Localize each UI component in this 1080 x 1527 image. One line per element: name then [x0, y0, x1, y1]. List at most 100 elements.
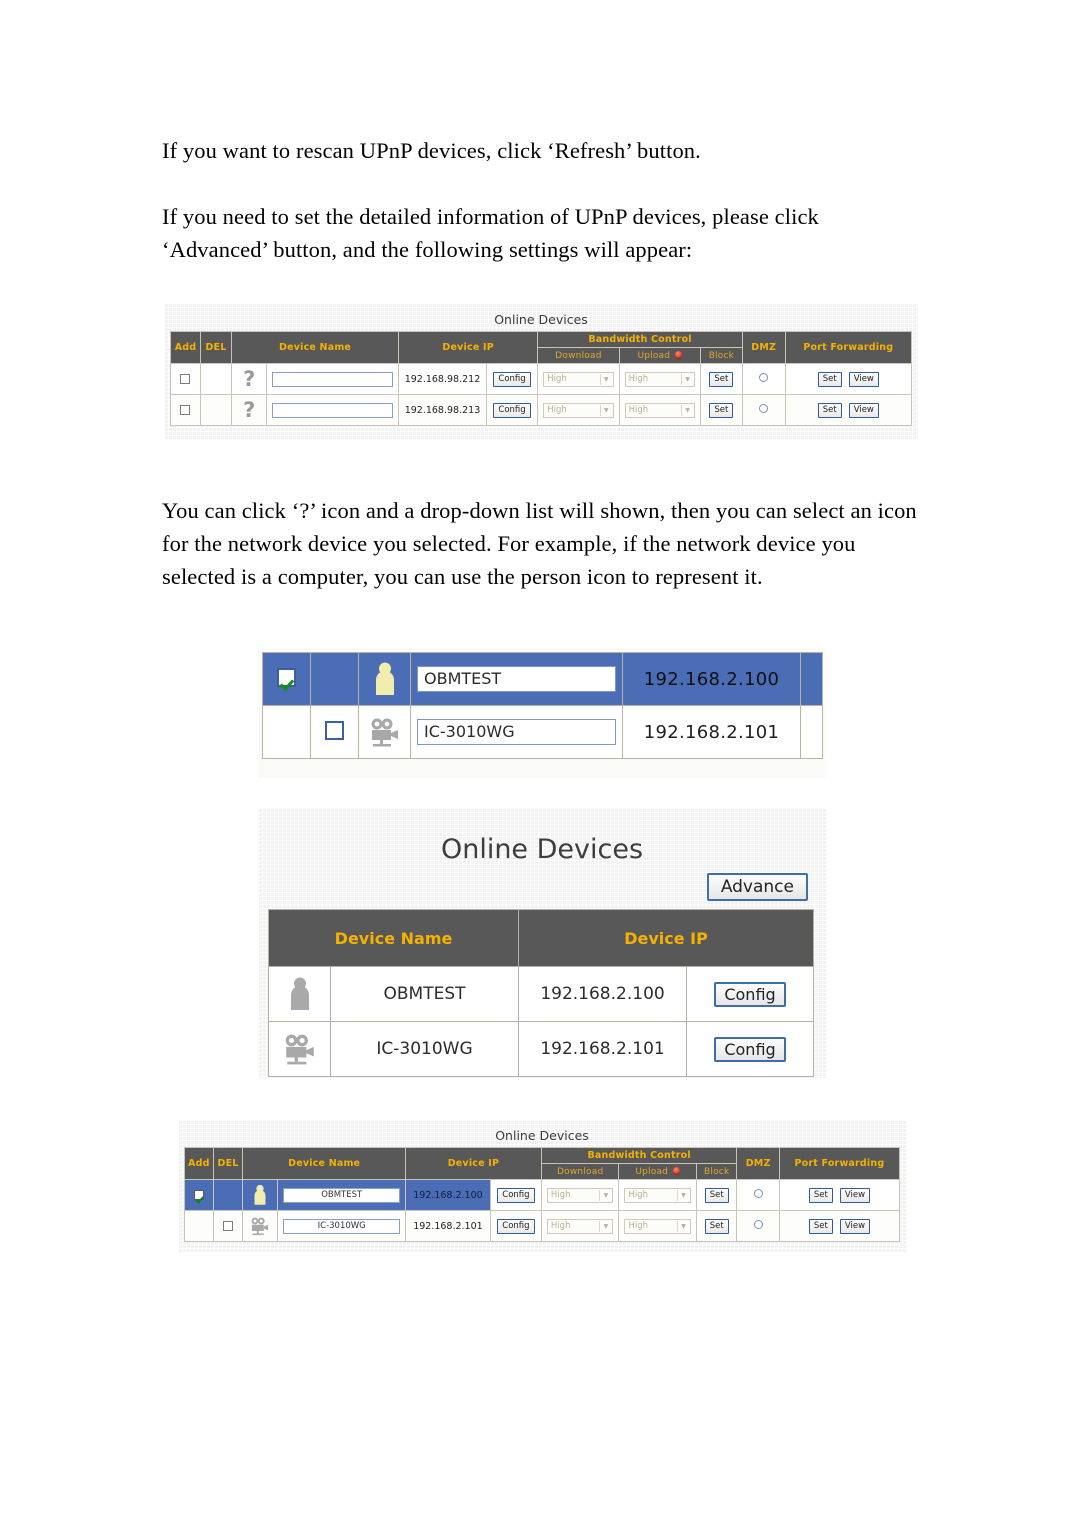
video-camera-icon[interactable] — [369, 716, 401, 748]
del-checkbox-cell[interactable] — [212, 1179, 244, 1211]
port-forwarding-set-button[interactable]: Set — [817, 371, 842, 387]
port-forwarding-view-button[interactable]: View — [839, 1218, 871, 1234]
device-name-cell[interactable] — [266, 363, 400, 395]
upload-select[interactable]: High ▼ — [624, 1187, 692, 1203]
config-cell[interactable]: Config — [686, 1021, 815, 1077]
add-checkbox-cell[interactable] — [184, 1179, 214, 1211]
add-checkbox-cell[interactable] — [262, 652, 311, 706]
upload-cell[interactable]: High ▼ — [618, 1179, 698, 1211]
port-forwarding-view-button[interactable]: View — [839, 1187, 871, 1203]
del-checkbox-cell[interactable] — [212, 1210, 244, 1242]
person-icon[interactable] — [252, 1184, 268, 1206]
port-forwarding-cell[interactable]: Set View — [784, 363, 913, 395]
dmz-radio[interactable] — [759, 404, 769, 413]
device-icon-cell[interactable]: ? — [231, 363, 268, 395]
port-forwarding-set-button[interactable]: Set — [808, 1218, 833, 1234]
dmz-cell[interactable] — [741, 363, 786, 395]
block-cell[interactable]: Set — [696, 1179, 738, 1211]
download-cell[interactable]: High ▼ — [537, 363, 620, 395]
dmz-cell[interactable] — [736, 1210, 780, 1242]
port-forwarding-view-button[interactable]: View — [848, 402, 879, 418]
device-icon-cell[interactable] — [242, 1179, 279, 1211]
dmz-cell[interactable] — [741, 394, 786, 426]
question-mark-icon[interactable]: ? — [243, 398, 255, 422]
port-forwarding-set-button[interactable]: Set — [817, 402, 842, 418]
column-header-bandwidth-control: Bandwidth Control — [537, 331, 743, 348]
add-checkbox-cell[interactable] — [262, 705, 311, 759]
block-cell[interactable]: Set — [696, 1210, 738, 1242]
download-cell[interactable]: High ▼ — [540, 1179, 620, 1211]
block-set-button[interactable]: Set — [709, 371, 734, 387]
config-cell[interactable]: Config — [489, 1179, 542, 1211]
dmz-radio[interactable] — [753, 1189, 763, 1198]
block-set-button[interactable]: Set — [709, 402, 734, 418]
config-button[interactable]: Config — [714, 981, 786, 1007]
block-cell[interactable]: Set — [700, 394, 743, 426]
port-forwarding-view-button[interactable]: View — [848, 371, 879, 387]
config-button[interactable]: Config — [493, 371, 531, 387]
add-checkbox[interactable] — [180, 405, 191, 415]
port-forwarding-set-button[interactable]: Set — [808, 1187, 833, 1203]
del-checkbox[interactable] — [223, 1221, 234, 1231]
advance-button[interactable]: Advance — [706, 873, 808, 901]
del-checkbox[interactable] — [325, 720, 344, 740]
del-checkbox-cell[interactable] — [310, 705, 359, 759]
block-cell[interactable]: Set — [700, 363, 743, 395]
download-select[interactable]: High ▼ — [546, 1187, 614, 1203]
download-select[interactable]: High ▼ — [546, 1218, 614, 1234]
device-icon-cell[interactable] — [242, 1210, 279, 1242]
dmz-cell[interactable] — [736, 1179, 780, 1211]
add-checkbox[interactable] — [193, 1190, 204, 1200]
person-icon[interactable] — [372, 661, 398, 697]
download-cell[interactable]: High ▼ — [537, 394, 620, 426]
port-forwarding-cell[interactable]: Set View — [784, 394, 913, 426]
device-name-input[interactable]: OBMTEST — [283, 1187, 400, 1203]
del-checkbox-cell[interactable] — [199, 394, 233, 426]
device-name-cell[interactable]: OBMTEST — [410, 652, 623, 706]
add-checkbox-cell[interactable] — [184, 1210, 214, 1242]
question-mark-icon[interactable]: ? — [243, 367, 255, 391]
device-icon-cell[interactable] — [358, 705, 411, 759]
device-icon-cell[interactable]: ? — [231, 394, 268, 426]
video-camera-icon[interactable] — [250, 1216, 270, 1236]
device-name-cell[interactable]: OBMTEST — [277, 1179, 406, 1211]
device-name-cell[interactable]: IC-3010WG — [277, 1210, 406, 1242]
device-name-cell[interactable]: IC-3010WG — [410, 705, 623, 759]
config-button[interactable]: Config — [497, 1218, 535, 1234]
device-name-input[interactable]: OBMTEST — [417, 666, 616, 692]
upload-cell[interactable]: High ▼ — [618, 363, 702, 395]
dmz-radio[interactable] — [753, 1220, 763, 1229]
config-button[interactable]: Config — [493, 402, 531, 418]
download-select[interactable]: High ▼ — [543, 402, 614, 418]
upload-select[interactable]: High ▼ — [624, 371, 695, 387]
config-button[interactable]: Config — [714, 1036, 786, 1062]
upload-select[interactable]: High ▼ — [624, 402, 695, 418]
config-cell[interactable]: Config — [686, 966, 815, 1022]
block-set-button[interactable]: Set — [704, 1218, 729, 1234]
download-cell[interactable]: High ▼ — [540, 1210, 620, 1242]
del-checkbox-cell[interactable] — [310, 652, 359, 706]
device-icon-cell[interactable] — [358, 652, 411, 706]
device-name-input[interactable] — [272, 402, 394, 418]
device-name-cell[interactable] — [266, 394, 400, 426]
config-cell[interactable]: Config — [485, 363, 539, 395]
add-checkbox[interactable] — [180, 374, 191, 384]
port-forwarding-cell[interactable]: Set View — [778, 1179, 901, 1211]
config-cell[interactable]: Config — [489, 1210, 542, 1242]
port-forwarding-cell[interactable]: Set View — [778, 1210, 901, 1242]
upload-select[interactable]: High ▼ — [624, 1218, 692, 1234]
add-checkbox-cell[interactable] — [170, 394, 201, 426]
device-name-input[interactable]: IC-3010WG — [417, 719, 616, 745]
upload-cell[interactable]: High ▼ — [618, 394, 702, 426]
device-name-input[interactable]: IC-3010WG — [283, 1218, 400, 1234]
add-checkbox[interactable] — [277, 667, 296, 687]
device-name-input[interactable] — [272, 371, 394, 387]
upload-cell[interactable]: High ▼ — [618, 1210, 698, 1242]
block-set-button[interactable]: Set — [704, 1187, 729, 1203]
config-button[interactable]: Config — [497, 1187, 535, 1203]
add-checkbox-cell[interactable] — [170, 363, 201, 395]
config-cell[interactable]: Config — [485, 394, 539, 426]
del-checkbox-cell[interactable] — [199, 363, 233, 395]
download-select[interactable]: High ▼ — [543, 371, 614, 387]
dmz-radio[interactable] — [759, 373, 769, 382]
